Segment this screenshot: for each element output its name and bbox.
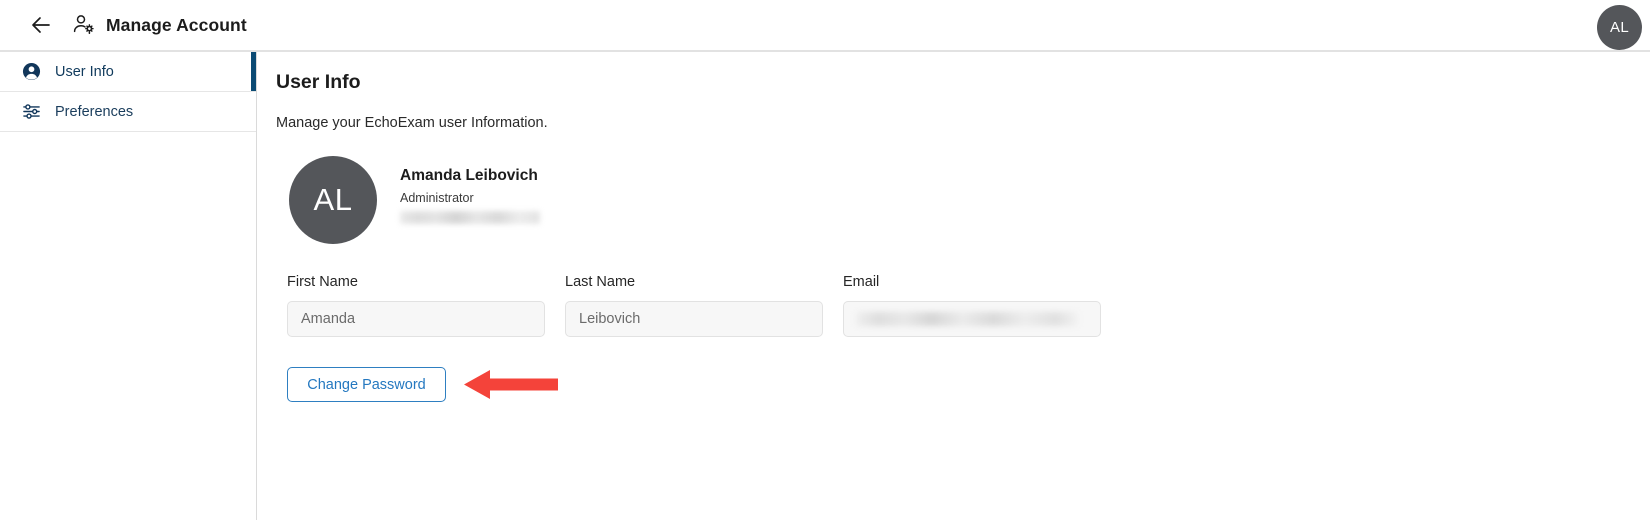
section-title: User Info: [276, 71, 361, 93]
sliders-icon: [22, 102, 41, 121]
field-first-name: First Name: [287, 274, 545, 337]
header-title-group: Manage Account: [72, 0, 247, 50]
avatar-initials: AL: [1610, 19, 1629, 36]
last-name-input[interactable]: [565, 301, 823, 337]
sidebar-item-label: Preferences: [55, 103, 134, 120]
app-header: Manage Account AL: [0, 0, 1650, 52]
main-content: User Info Manage your EchoExam user Info…: [258, 52, 1650, 520]
person-gear-icon: [73, 15, 94, 34]
user-info-form: First Name Last Name Email: [287, 274, 1101, 337]
page-title: Manage Account: [106, 14, 247, 35]
field-label-last-name: Last Name: [565, 274, 636, 290]
first-name-input[interactable]: [287, 301, 545, 337]
sidebar-item-label: User Info: [55, 63, 114, 80]
manage-account-page: Manage Account AL User Info Preferences …: [0, 0, 1650, 520]
section-subtitle: Manage your EchoExam user Information.: [276, 115, 548, 131]
email-input[interactable]: [843, 301, 1101, 337]
sidebar-item-preferences[interactable]: Preferences: [0, 92, 256, 132]
profile-summary: AL Amanda Leibovich Administrator: [289, 156, 540, 244]
user-avatar-header[interactable]: AL: [1597, 5, 1642, 50]
sidebar-nav: User Info Preferences: [0, 52, 257, 520]
field-label-first-name: First Name: [287, 274, 358, 290]
change-password-button[interactable]: Change Password: [287, 367, 446, 402]
arrow-left-icon: [32, 17, 50, 33]
profile-role: Administrator: [400, 191, 474, 206]
sidebar-item-user-info[interactable]: User Info: [0, 52, 256, 92]
profile-avatar: AL: [289, 156, 377, 244]
profile-email-redacted: [400, 211, 540, 225]
back-button[interactable]: [24, 8, 58, 42]
field-last-name: Last Name: [565, 274, 823, 337]
profile-meta: Amanda Leibovich Administrator: [400, 156, 540, 225]
annotation-arrow-icon: [464, 370, 558, 399]
profile-name: Amanda Leibovich: [400, 167, 538, 184]
person-circle-icon: [22, 62, 41, 81]
avatar-initials: AL: [313, 182, 353, 217]
field-email: Email: [843, 274, 1101, 337]
field-label-email: Email: [843, 274, 880, 290]
